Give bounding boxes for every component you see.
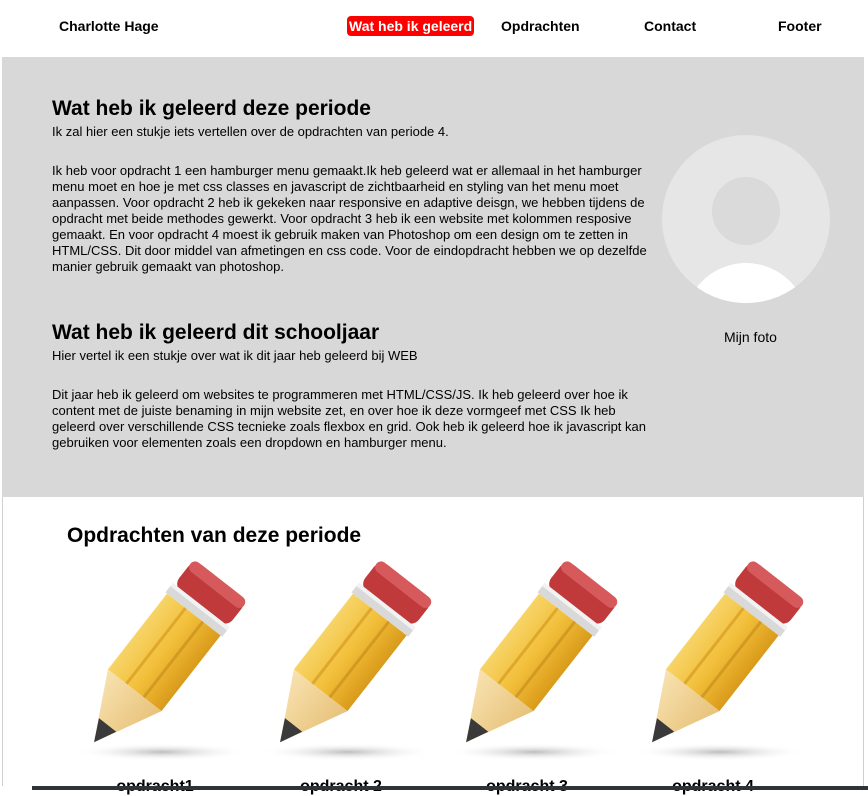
pencil-icon xyxy=(632,561,806,761)
period-title: Wat heb ik geleerd deze periode xyxy=(52,97,371,120)
year-subtitle: Hier vertel ik een stukje over wat ik di… xyxy=(52,348,418,363)
period-subtitle: Ik zal hier een stukje iets vertellen ov… xyxy=(52,124,449,139)
nav-item-wat-heb-ik-geleerd[interactable]: Wat heb ik geleerd xyxy=(347,16,475,36)
top-navigation: Charlotte Hage Wat heb ik geleerd Opdrac… xyxy=(0,0,868,57)
nav-item-footer[interactable]: Footer xyxy=(778,18,822,34)
period-text: Ik heb voor opdracht 1 een hamburger men… xyxy=(52,163,647,274)
nav-item-opdrachten[interactable]: Opdrachten xyxy=(501,18,580,34)
user-avatar-icon xyxy=(662,135,830,303)
assignment-card[interactable]: opdracht1 xyxy=(62,558,248,795)
year-title: Wat heb ik geleerd dit schooljaar xyxy=(52,321,380,344)
pencil-icon xyxy=(446,561,620,761)
pencil-icon xyxy=(260,561,434,761)
nav-item-contact[interactable]: Contact xyxy=(644,18,696,34)
bottom-bar xyxy=(32,786,868,790)
photo-caption: Mijn foto xyxy=(724,329,777,345)
brand-name: Charlotte Hage xyxy=(59,18,159,34)
assignment-card[interactable]: opdracht 3 xyxy=(434,558,620,795)
assignment-card[interactable]: opdracht 4 xyxy=(620,558,806,795)
assignments-title: Opdrachten van deze periode xyxy=(67,524,362,547)
learning-section: Wat heb ik geleerd deze periode Ik zal h… xyxy=(2,57,864,497)
assignment-card[interactable]: opdracht 2 xyxy=(248,558,434,795)
pencil-icon xyxy=(74,561,248,761)
year-text: Dit jaar heb ik geleerd om websites te p… xyxy=(52,387,646,450)
